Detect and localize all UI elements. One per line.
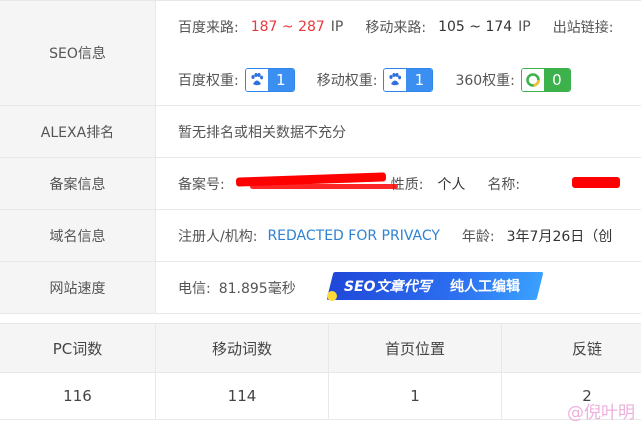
baidu-traffic-unit: IP [330,19,344,35]
promo-left-text: SEO文章代写 [344,279,432,295]
domain-row: 域名信息 注册人/机构: REDACTED FOR PRIVACY 年龄: 3年… [0,210,641,262]
beian-nature-value: 个人 [437,177,466,193]
speed-row: 网站速度 电信: 81.895毫秒 [0,262,641,314]
domain-line: 注册人/机构: REDACTED FOR PRIVACY 年龄: 3年7月26日… [178,224,612,248]
redaction-mark [250,184,398,189]
watermark: @倪叶明 [567,403,635,423]
domain-label: 域名信息 [0,210,156,261]
stats-value-row: 116 114 1 2 [0,372,641,420]
baidu-weight-value: 1 [267,69,294,91]
value-mobile-words[interactable]: 114 [156,372,329,419]
alexa-label: ALEXA排名 [0,106,156,157]
beian-name-label: 名称: [487,177,521,193]
baidu-traffic-label: 百度来路: [178,20,239,36]
beian-label: 备案信息 [0,158,156,209]
baidu-paw-icon [384,69,407,91]
registrant-link[interactable]: REDACTED FOR PRIVACY [267,228,439,244]
beian-number-label: 备案号: [178,177,225,193]
seo-label: SEO信息 [0,1,156,105]
value-pc-words[interactable]: 116 [0,372,156,419]
speed-line: 电信: 81.895毫秒 [178,276,296,300]
telecom-label: 电信: [178,281,211,297]
header-homepage-position: 首页位置 [329,324,502,372]
alexa-row: ALEXA排名 暂无排名或相关数据不充分 [0,106,641,158]
seo-row: SEO信息 百度来路: 187 ~ 287 IP 移动来路: 105 ~ 174… [0,1,641,106]
mobile-traffic-unit: IP [518,19,531,35]
promo-right-text: 纯人工编辑 [450,279,520,295]
mobile-traffic-value: 105 ~ 174 [438,19,513,35]
header-mobile-words: 移动词数 [156,324,329,372]
domain-age-label: 年龄: [461,229,495,245]
mobile-weight-value: 1 [406,69,433,91]
360-icon [521,69,544,91]
alexa-value: 暂无排名或相关数据不充分 [178,125,346,141]
weight360-label: 360权重: [455,73,515,89]
weight360-value: 0 [543,69,570,91]
baidu-traffic-value: 187 ~ 287 [250,19,325,35]
header-pc-words: PC词数 [0,324,156,372]
stats-header-row: PC词数 移动词数 首页位置 反链 [0,323,641,373]
promo-dot [327,291,337,301]
baidu-weight-badge[interactable]: 1 [244,68,295,92]
baidu-paw-icon [245,69,268,91]
mobile-traffic-label: 移动来路: [365,20,427,36]
value-homepage-position: 1 [329,372,502,419]
domain-age-value: 3年7月26日（创 [506,229,613,245]
outbound-links-label: 出站链接: [552,20,614,36]
site-info-table: SEO信息 百度来路: 187 ~ 287 IP 移动来路: 105 ~ 174… [0,0,641,314]
telecom-value: 81.895毫秒 [218,281,296,297]
mobile-weight-badge[interactable]: 1 [383,68,434,92]
weight360-badge[interactable]: 0 [520,68,571,92]
weights-line: 百度权重: 1 移动权重: 1 360权重: 0 [178,67,571,93]
beian-row: 备案信息 备案号: 性质: 个人 名称: [0,158,641,210]
registrant-label: 注册人/机构: [178,229,258,245]
baidu-weight-label: 百度权重: [178,73,239,89]
traffic-line: 百度来路: 187 ~ 287 IP 移动来路: 105 ~ 174 IP 出站… [178,15,613,39]
speed-label: 网站速度 [0,262,156,313]
mobile-weight-label: 移动权重: [316,73,378,89]
redaction-mark [572,177,620,188]
header-backlinks: 反链 [571,339,602,358]
